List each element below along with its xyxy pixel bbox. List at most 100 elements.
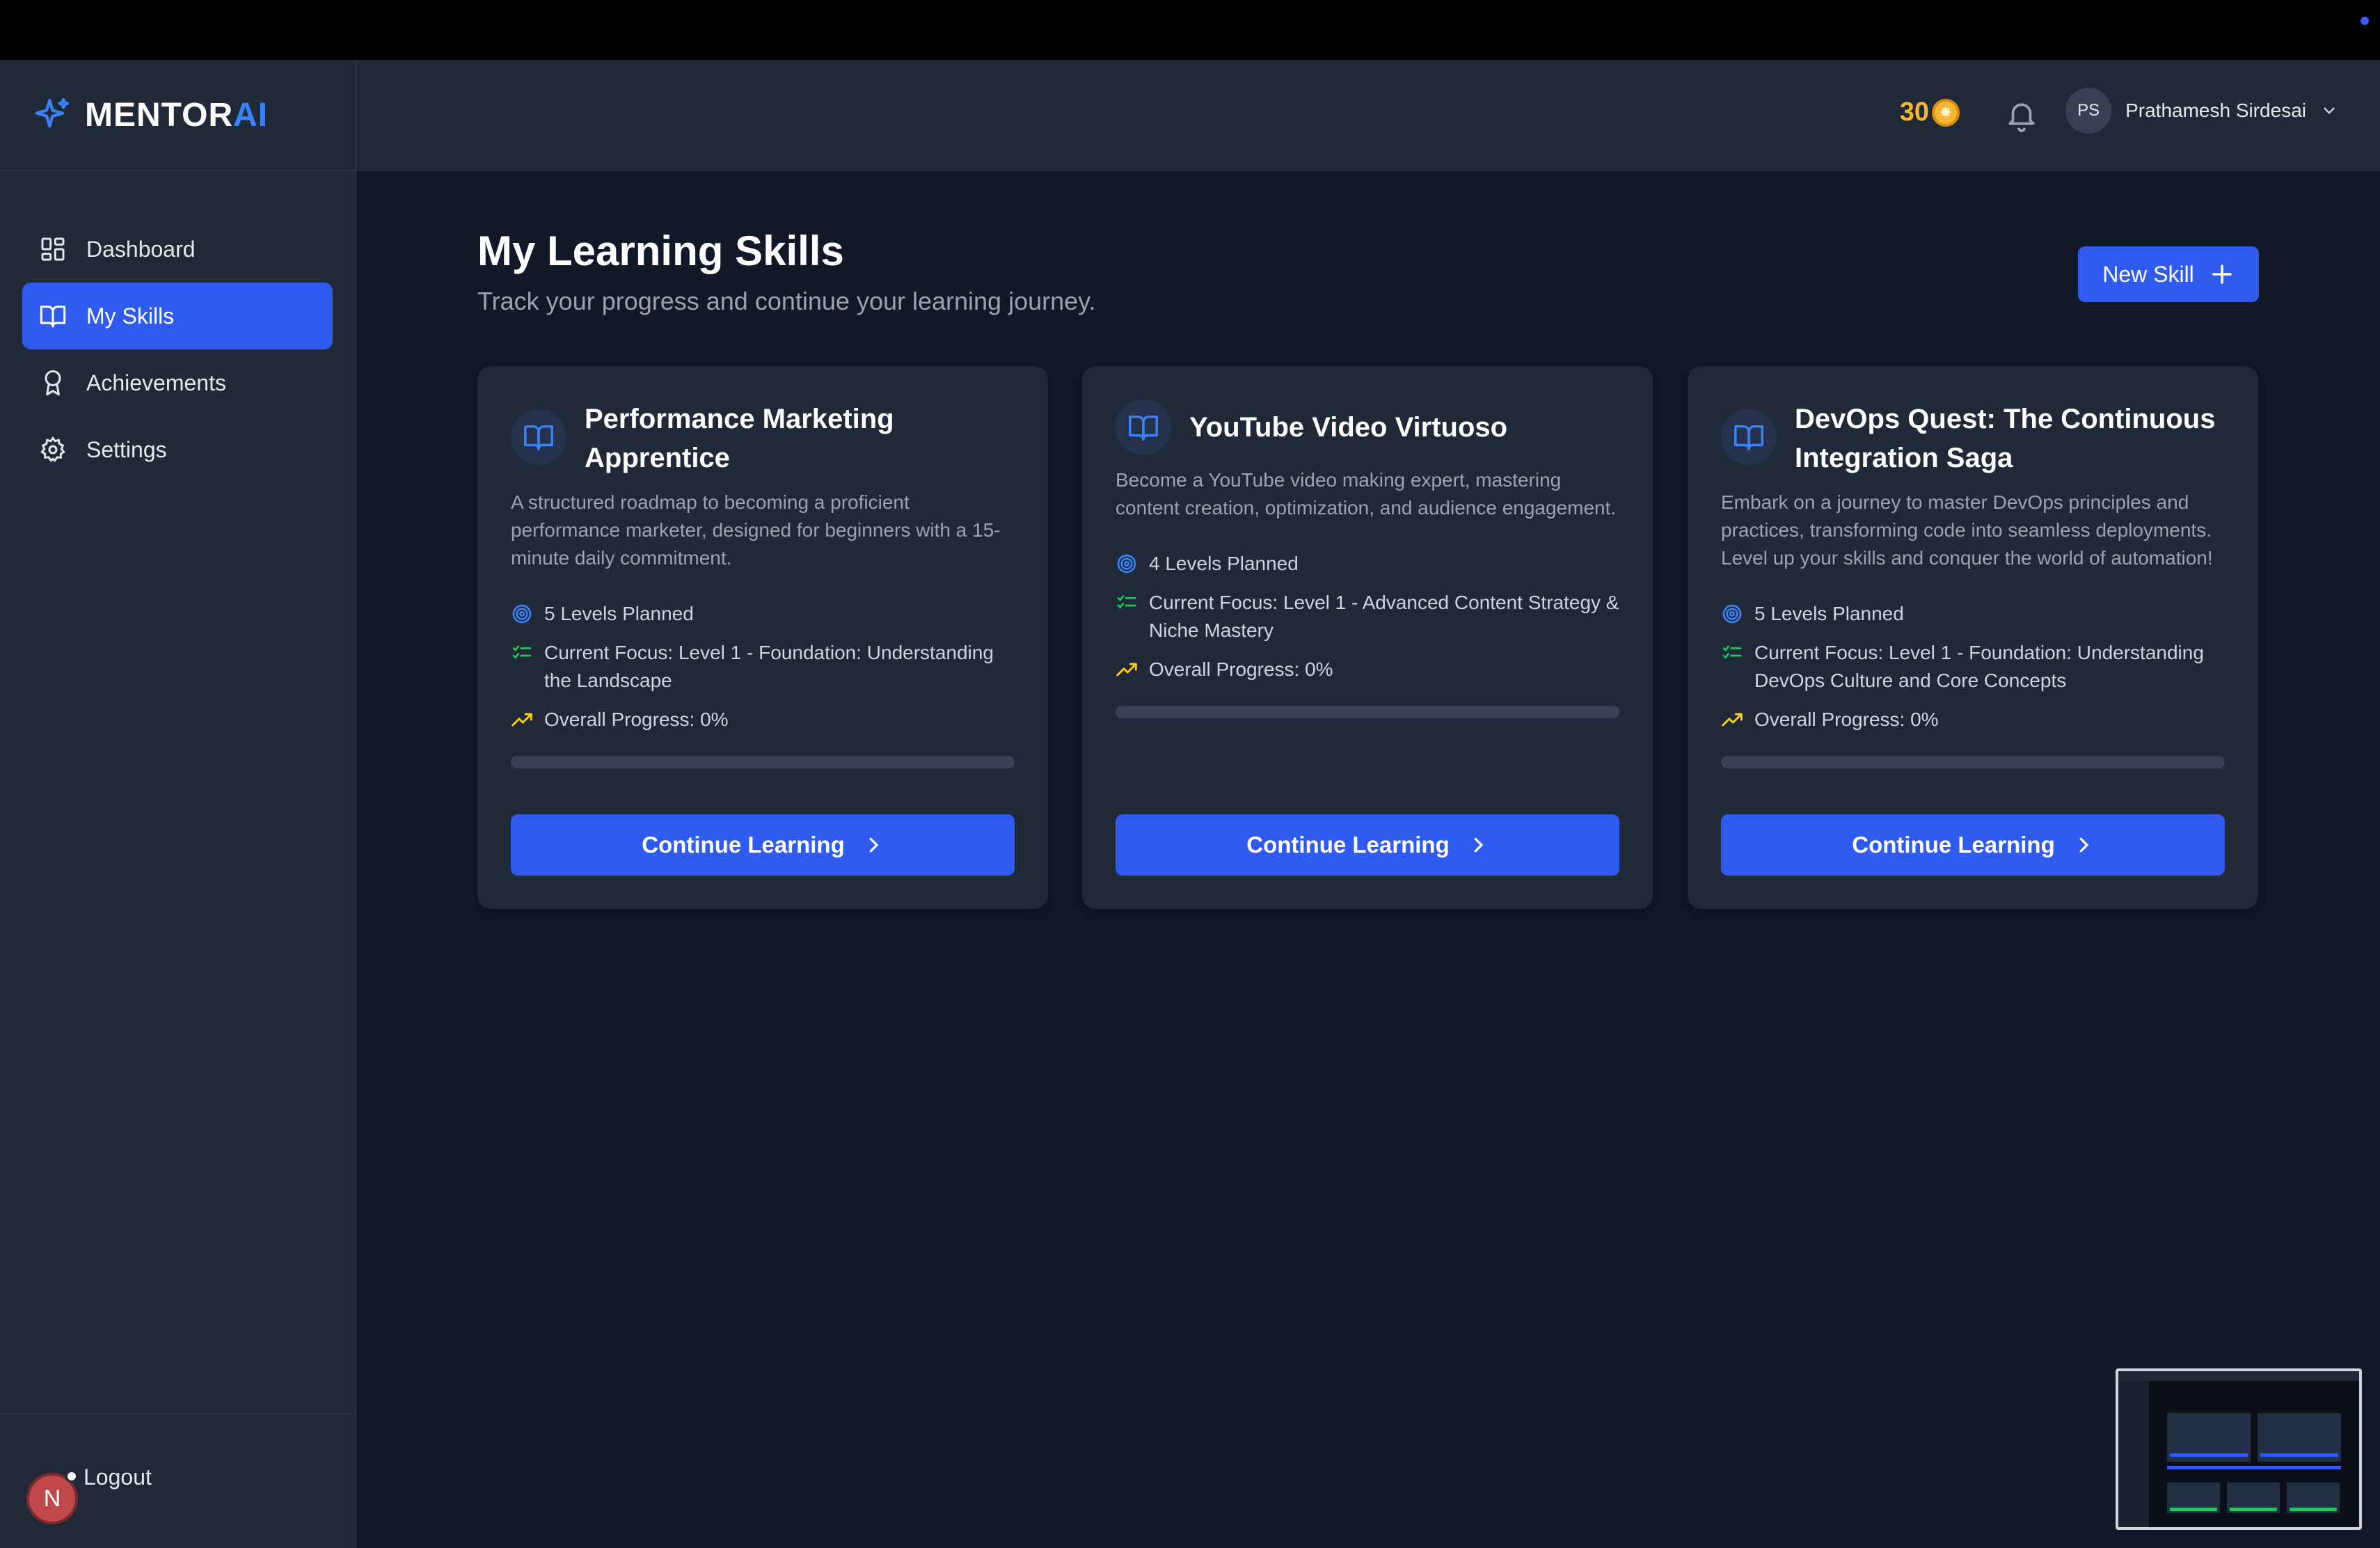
skill-card-performance-marketing: Performance Marketing Apprentice A struc… (477, 366, 1048, 909)
target-icon (1722, 604, 1742, 624)
book-open-icon (1734, 425, 1763, 450)
trending-up-icon (1116, 663, 1137, 677)
sidebar-item-label: Settings (86, 436, 167, 462)
screen-thumbnail-preview[interactable] (2116, 1368, 2362, 1530)
card-description: Embark on a journey to master DevOps pri… (1721, 491, 2213, 569)
page-title: My Learning Skills (477, 228, 844, 274)
levels-row: 5 Levels Planned (511, 600, 1015, 628)
new-skill-button[interactable]: New Skill (2078, 246, 2259, 302)
continue-label: Continue Learning (1246, 832, 1450, 858)
card-header: Performance Marketing Apprentice (511, 400, 1015, 477)
progress-bar (511, 756, 1015, 768)
top-header: 30 ✸ PS Prathamesh Sirdesai (356, 60, 2380, 171)
card-description: Become a YouTube video making expert, ma… (1116, 469, 1617, 519)
bell-icon[interactable] (2004, 96, 2039, 134)
chevron-down-icon (2324, 107, 2335, 114)
award-icon (45, 370, 61, 396)
system-top-bar (0, 0, 2380, 60)
book-open-icon (524, 425, 553, 450)
card-title: Performance Marketing Apprentice (585, 404, 894, 473)
progress-row: Overall Progress: 0% (511, 706, 1015, 734)
brand-logo[interactable]: MENTORAI (0, 60, 355, 171)
user-name: Prathamesh Sirdesai (2125, 100, 2306, 121)
thumbnail-button (2260, 1453, 2338, 1457)
list-checks-icon (1117, 595, 1136, 609)
levels-row: 5 Levels Planned (1721, 600, 2225, 628)
card-icon-badge (1721, 409, 1777, 465)
card-icon-badge (1116, 400, 1171, 455)
dashboard-grid-icon (41, 237, 65, 261)
book-open-icon (40, 306, 66, 328)
coin-balance[interactable]: 30 ✸ (1900, 97, 1960, 127)
progress-text: Overall Progress: 0% (1149, 658, 1333, 680)
progress-row: Overall Progress: 0% (1721, 706, 2225, 734)
continue-label: Continue Learning (1852, 832, 2055, 858)
focus-text: Current Focus: Level 1 - Advanced Conten… (1149, 592, 1619, 641)
status-dot (2361, 17, 2369, 25)
user-avatar-initials: PS (2065, 88, 2112, 134)
continue-learning-button[interactable]: Continue Learning (511, 814, 1015, 876)
card-meta: 5 Levels Planned Current Focus: Level 1 … (1721, 600, 2225, 745)
levels-row: 4 Levels Planned (1116, 550, 1619, 578)
app-window: MENTORAI Dashboard My Skills Achievement… (0, 60, 2380, 1548)
coin-icon: ✸ (1932, 98, 1960, 127)
focus-row: Current Focus: Level 1 - Foundation: Und… (1721, 639, 2225, 695)
focus-row: Current Focus: Level 1 - Foundation: Und… (511, 639, 1015, 695)
sparkle-icon (35, 97, 70, 128)
main-content: My Learning Skills Track your progress a… (356, 171, 2380, 1548)
user-menu[interactable]: PS Prathamesh Sirdesai (2065, 88, 2338, 134)
card-icon-badge (511, 409, 566, 465)
card-header: YouTube Video Virtuoso (1116, 400, 1619, 455)
thumbnail-button (2230, 1508, 2277, 1511)
list-checks-icon (1722, 645, 1742, 659)
logout-section: N Logout (0, 1413, 355, 1548)
trending-up-icon (1722, 713, 1743, 727)
target-icon (512, 604, 532, 624)
card-meta: 4 Levels Planned Current Focus: Level 1 … (1116, 550, 1619, 695)
sidebar-item-achievements[interactable]: Achievements (22, 349, 333, 416)
thumbnail-button (2170, 1508, 2217, 1511)
thumbnail-header (2118, 1371, 2359, 1381)
focus-text: Current Focus: Level 1 - Foundation: Und… (1754, 642, 2204, 691)
sidebar-nav: Dashboard My Skills Achievements Setting… (0, 171, 355, 483)
skill-card-youtube-video: YouTube Video Virtuoso Become a YouTube … (1082, 366, 1653, 909)
book-open-icon (1129, 415, 1158, 441)
target-icon (1117, 554, 1136, 574)
sidebar: MENTORAI Dashboard My Skills Achievement… (0, 60, 356, 1548)
thumbnail-button (2290, 1508, 2337, 1511)
sidebar-item-label: Dashboard (86, 236, 196, 262)
logout-button[interactable]: Logout (84, 1464, 152, 1490)
focus-text: Current Focus: Level 1 - Foundation: Und… (544, 642, 994, 691)
continue-learning-button[interactable]: Continue Learning (1721, 814, 2225, 876)
skill-card-devops-quest: DevOps Quest: The Continuous Integration… (1688, 366, 2258, 909)
new-skill-label: New Skill (2102, 261, 2194, 287)
card-title: YouTube Video Virtuoso (1189, 412, 1508, 443)
chevron-right-icon (2079, 837, 2089, 853)
sidebar-item-my-skills[interactable]: My Skills (22, 283, 333, 349)
progress-row: Overall Progress: 0% (1116, 656, 1619, 684)
list-checks-icon (512, 645, 532, 659)
levels-text: 5 Levels Planned (1754, 603, 1904, 624)
continue-label: Continue Learning (642, 832, 845, 858)
sidebar-item-settings[interactable]: Settings (22, 416, 333, 483)
notification-dot (65, 1470, 78, 1483)
levels-text: 4 Levels Planned (1149, 553, 1299, 574)
card-header: DevOps Quest: The Continuous Integration… (1721, 400, 2225, 477)
thumbnail-sidebar (2118, 1371, 2149, 1527)
card-title: DevOps Quest: The Continuous Integration… (1795, 404, 2216, 473)
focus-row: Current Focus: Level 1 - Advanced Conten… (1116, 589, 1619, 645)
sidebar-item-dashboard[interactable]: Dashboard (22, 216, 333, 283)
gear-icon (40, 436, 65, 462)
thumbnail-button (2170, 1453, 2248, 1457)
progress-bar (1116, 706, 1619, 718)
brand-name: MENTORAI (85, 96, 269, 134)
coin-count: 30 (1899, 97, 1929, 127)
trending-up-icon (511, 713, 532, 727)
progress-bar (1721, 756, 2225, 768)
plus-icon (2212, 264, 2232, 284)
card-description: A structured roadmap to becoming a profi… (511, 491, 1001, 569)
thumbnail-button (2167, 1466, 2341, 1469)
levels-text: 5 Levels Planned (544, 603, 694, 624)
page-subtitle: Track your progress and continue your le… (477, 287, 1096, 315)
continue-learning-button[interactable]: Continue Learning (1116, 814, 1619, 876)
